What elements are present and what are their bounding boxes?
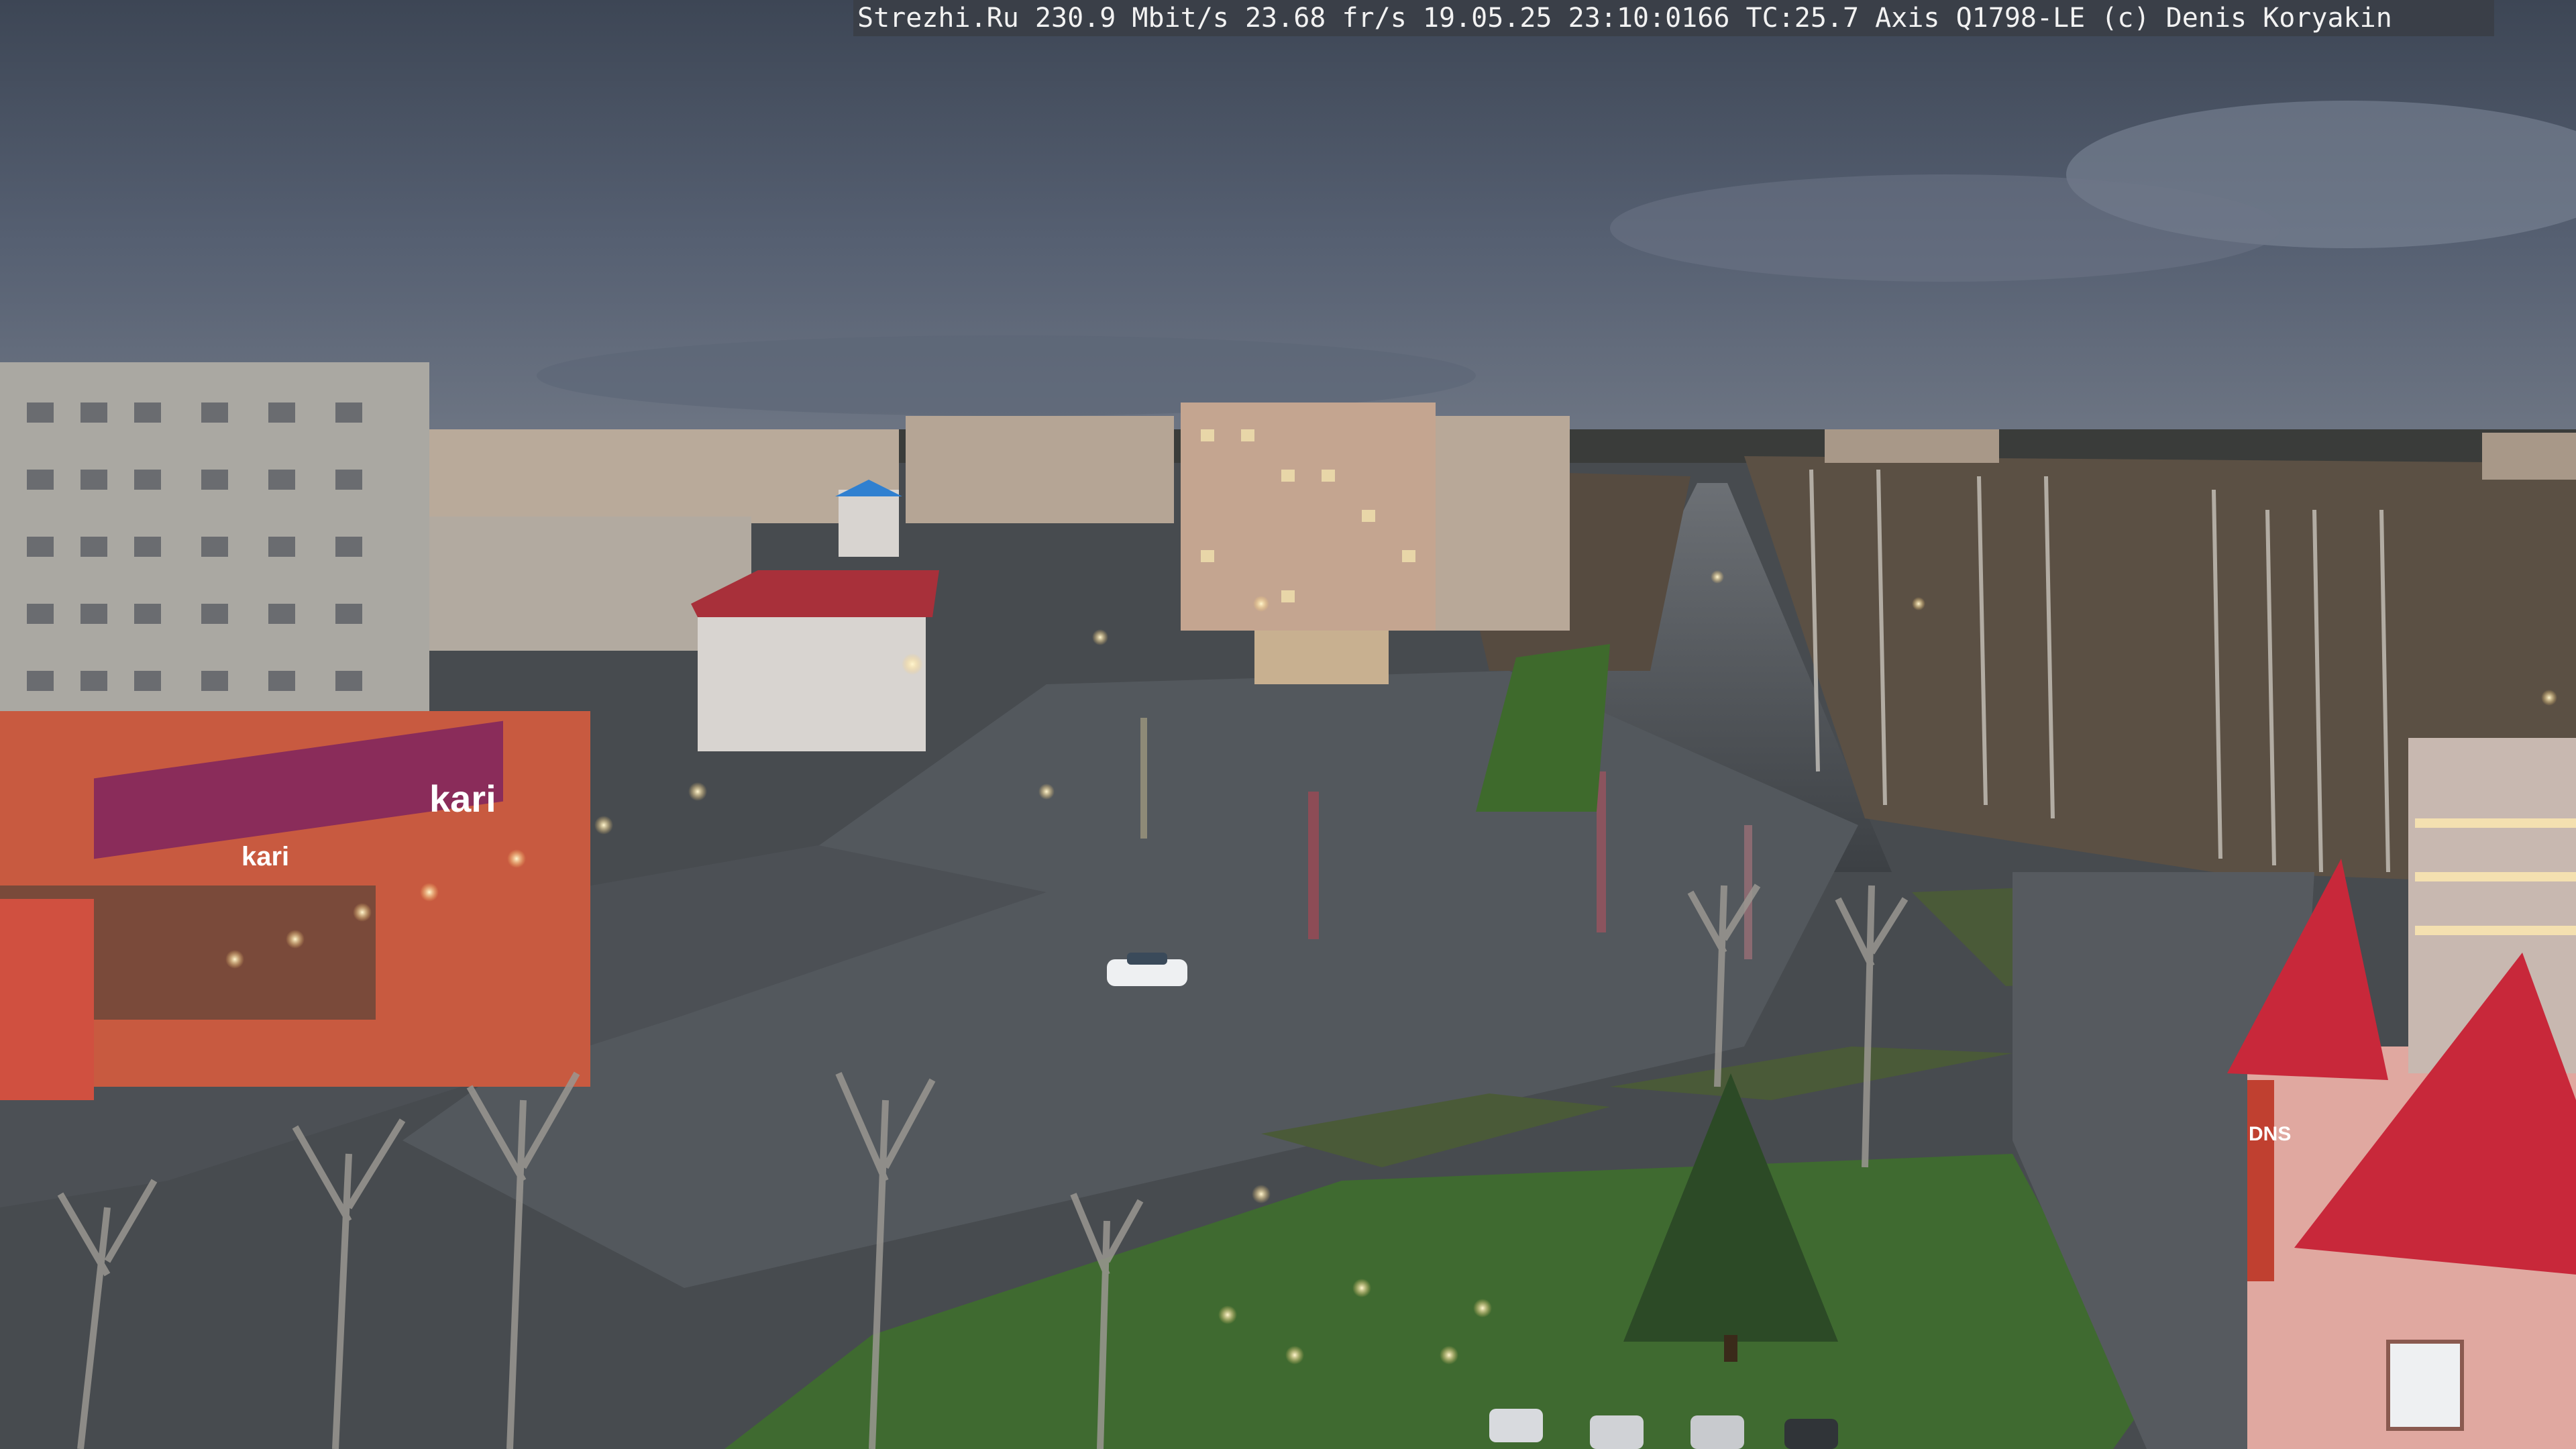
cloud — [1610, 174, 2281, 282]
light-reflection — [1140, 718, 1147, 839]
dns-sign-panel — [2247, 1080, 2274, 1281]
building-distant — [429, 429, 899, 523]
spruce-trunk — [1724, 1335, 1737, 1362]
parked-car — [1489, 1409, 1543, 1442]
parked-car — [1590, 1415, 1644, 1449]
building-distant — [2482, 433, 2576, 480]
blue-roof-tower — [839, 490, 899, 557]
low-pavilion — [1254, 631, 1389, 684]
dns-window — [2386, 1340, 2464, 1431]
police-car-windows — [1127, 953, 1167, 965]
building-distant — [906, 416, 1174, 523]
camera-info-overlay: Strezhi.Ru 230.9 Mbit/s 23.68 fr/s 19.05… — [853, 0, 2494, 36]
kari-sign: kari — [429, 777, 496, 820]
parked-car — [1690, 1415, 1744, 1449]
mall-side — [0, 899, 94, 1100]
central-tower — [1181, 402, 1436, 631]
parked-car — [1784, 1419, 1838, 1449]
dns-sign: DNS — [2249, 1123, 2291, 1145]
light-reflection — [1597, 771, 1606, 932]
red-roof-house — [698, 617, 926, 751]
kari-sign-small: kari — [241, 842, 289, 871]
central-tower-wing — [1436, 416, 1570, 631]
light-reflection — [1308, 792, 1319, 939]
webcam-scene: kari kari DNS — [0, 0, 2576, 1449]
building-distant — [1825, 429, 1999, 463]
